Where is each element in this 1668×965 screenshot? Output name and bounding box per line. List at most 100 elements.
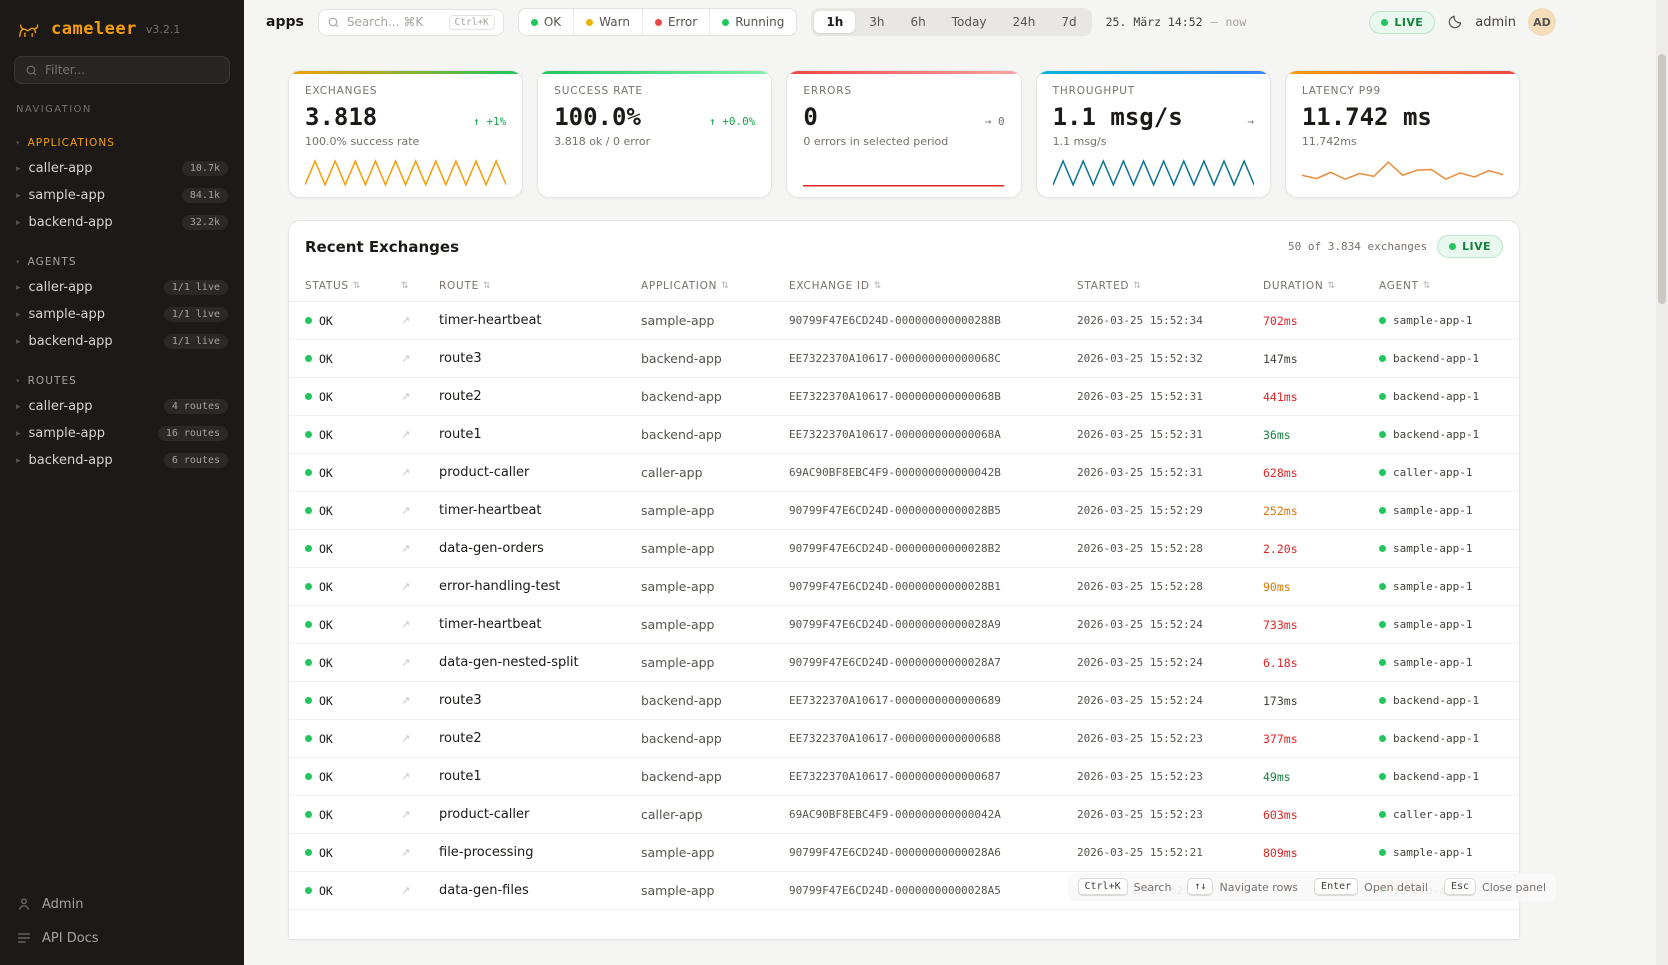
started-cell: 2026-03-25 15:52:32 bbox=[1077, 352, 1263, 365]
column-header-started[interactable]: STARTED⇅ bbox=[1077, 280, 1263, 292]
open-exchange-icon[interactable]: ↗ bbox=[401, 770, 439, 783]
open-exchange-icon[interactable]: ↗ bbox=[401, 808, 439, 821]
sidebar-footer-api-docs[interactable]: API Docs bbox=[0, 921, 244, 955]
sidebar-item-caller-app[interactable]: ▸caller-app10.7k bbox=[0, 155, 244, 182]
open-exchange-icon[interactable]: ↗ bbox=[401, 314, 439, 327]
route-cell: timer-heartbeat bbox=[439, 617, 641, 632]
sidebar-item-label: caller-app bbox=[29, 280, 156, 295]
time-range-3h[interactable]: 3h bbox=[857, 11, 896, 33]
agent-label: sample-app-1 bbox=[1393, 580, 1472, 593]
table-row[interactable]: OK↗route1backend-appEE7322370A10617-0000… bbox=[289, 758, 1519, 796]
sidebar-filter-input[interactable] bbox=[45, 63, 219, 77]
open-exchange-icon[interactable]: ↗ bbox=[401, 884, 439, 897]
status-label: OK bbox=[319, 542, 333, 556]
time-range-6h[interactable]: 6h bbox=[899, 11, 938, 33]
section-header-routes[interactable]: ▾ROUTES bbox=[0, 371, 244, 393]
sidebar-item-backend-app[interactable]: ▸backend-app32.2k bbox=[0, 209, 244, 236]
scrollbar-thumb[interactable] bbox=[1658, 54, 1666, 304]
page-scrollbar[interactable] bbox=[1656, 0, 1668, 965]
table-row[interactable]: OK↗timer-heartbeatsample-app90799F47E6CD… bbox=[289, 492, 1519, 530]
sidebar-footer-admin[interactable]: Admin bbox=[0, 887, 244, 921]
table-row[interactable]: OK↗error-handling-testsample-app90799F47… bbox=[289, 568, 1519, 606]
status-filter-error[interactable]: Error bbox=[642, 9, 709, 35]
topbar-right: LIVE admin AD bbox=[1369, 8, 1556, 36]
column-header-exchange-id[interactable]: EXCHANGE ID⇅ bbox=[789, 280, 1077, 292]
table-row[interactable]: OK↗timer-heartbeatsample-app90799F47E6CD… bbox=[289, 302, 1519, 340]
section-header-applications[interactable]: ▾APPLICATIONS bbox=[0, 133, 244, 155]
column-header-route[interactable]: ROUTE⇅ bbox=[439, 280, 641, 292]
column-header-application[interactable]: APPLICATION⇅ bbox=[641, 280, 789, 292]
status-ok-dot bbox=[305, 469, 312, 476]
global-search-input[interactable] bbox=[347, 15, 442, 29]
open-exchange-icon[interactable]: ↗ bbox=[401, 390, 439, 403]
sidebar-item-backend-app[interactable]: ▸backend-app1/1 live bbox=[0, 328, 244, 355]
status-ok-dot bbox=[305, 621, 312, 628]
open-exchange-icon[interactable]: ↗ bbox=[401, 694, 439, 707]
live-badge[interactable]: LIVE bbox=[1369, 11, 1435, 34]
time-range-today[interactable]: Today bbox=[940, 11, 999, 33]
table-row[interactable]: OK↗data-gen-nested-splitsample-app90799F… bbox=[289, 644, 1519, 682]
open-exchange-icon[interactable]: ↗ bbox=[401, 732, 439, 745]
open-exchange-icon[interactable]: ↗ bbox=[401, 542, 439, 555]
open-exchange-icon[interactable]: ↗ bbox=[401, 504, 439, 517]
table-row[interactable]: OK↗route2backend-appEE7322370A10617-0000… bbox=[289, 720, 1519, 758]
table-row[interactable]: OK↗product-callercaller-app69AC90BF8EBC4… bbox=[289, 796, 1519, 834]
table-row[interactable]: OK↗product-callercaller-app69AC90BF8EBC4… bbox=[289, 454, 1519, 492]
hint-key: Esc bbox=[1444, 878, 1476, 896]
status-cell: OK bbox=[305, 580, 401, 594]
section-header-agents[interactable]: ▾AGENTS bbox=[0, 252, 244, 274]
table-body: OK↗timer-heartbeatsample-app90799F47E6CD… bbox=[289, 302, 1519, 910]
sidebar-item-caller-app[interactable]: ▸caller-app1/1 live bbox=[0, 274, 244, 301]
open-exchange-icon[interactable]: ↗ bbox=[401, 580, 439, 593]
dark-mode-toggle[interactable] bbox=[1447, 14, 1463, 30]
status-ok-dot bbox=[305, 811, 312, 818]
avatar[interactable]: AD bbox=[1528, 8, 1556, 36]
open-exchange-icon[interactable]: ↗ bbox=[401, 466, 439, 479]
column-header-open-icon[interactable]: ⇅ bbox=[401, 281, 439, 291]
sidebar-filter[interactable] bbox=[14, 56, 230, 84]
table-live-badge[interactable]: LIVE bbox=[1437, 235, 1503, 258]
table-row[interactable]: OK↗route1backend-appEE7322370A10617-0000… bbox=[289, 416, 1519, 454]
sidebar-item-sample-app[interactable]: ▸sample-app1/1 live bbox=[0, 301, 244, 328]
section-title: APPLICATIONS bbox=[28, 137, 115, 149]
table-row[interactable]: OK↗data-gen-orderssample-app90799F47E6CD… bbox=[289, 530, 1519, 568]
date-range[interactable]: 25. März 14:52 — now bbox=[1106, 15, 1247, 29]
time-range-1h[interactable]: 1h bbox=[814, 11, 855, 33]
application-cell: backend-app bbox=[641, 731, 789, 746]
status-cell: OK bbox=[305, 618, 401, 632]
table-row[interactable]: OK↗route3backend-appEE7322370A10617-0000… bbox=[289, 340, 1519, 378]
sidebar-item-sample-app[interactable]: ▸sample-app84.1k bbox=[0, 182, 244, 209]
table-meta: 50 of 3.834 exchanges LIVE bbox=[1288, 235, 1503, 258]
table-row[interactable]: OK↗file-processingsample-app90799F47E6CD… bbox=[289, 834, 1519, 872]
open-exchange-icon[interactable]: ↗ bbox=[401, 428, 439, 441]
context-label[interactable]: apps bbox=[266, 14, 304, 30]
table-row[interactable]: OK↗route3backend-appEE7322370A10617-0000… bbox=[289, 682, 1519, 720]
agent-live-dot bbox=[1379, 773, 1386, 780]
column-header-duration[interactable]: DURATION⇅ bbox=[1263, 280, 1379, 292]
status-cell: OK bbox=[305, 352, 401, 366]
time-range-7d[interactable]: 7d bbox=[1049, 11, 1088, 33]
sidebar-item-caller-app[interactable]: ▸caller-app4 routes bbox=[0, 393, 244, 420]
stat-value: 0 bbox=[803, 103, 817, 131]
table-row[interactable]: OK↗timer-heartbeatsample-app90799F47E6CD… bbox=[289, 606, 1519, 644]
sidebar-item-backend-app[interactable]: ▸backend-app6 routes bbox=[0, 447, 244, 474]
global-search[interactable]: Ctrl+K bbox=[318, 9, 504, 36]
live-label: LIVE bbox=[1394, 16, 1423, 29]
admin-icon bbox=[16, 896, 32, 912]
status-filter-warn[interactable]: Warn bbox=[573, 9, 642, 35]
open-exchange-icon[interactable]: ↗ bbox=[401, 618, 439, 631]
column-header-agent[interactable]: AGENT⇅ bbox=[1379, 280, 1503, 292]
open-exchange-icon[interactable]: ↗ bbox=[401, 352, 439, 365]
open-exchange-icon[interactable]: ↗ bbox=[401, 656, 439, 669]
status-filter-running[interactable]: Running bbox=[709, 9, 796, 35]
section-agents: ▾AGENTS▸caller-app1/1 live▸sample-app1/1… bbox=[0, 252, 244, 355]
user-name[interactable]: admin bbox=[1475, 15, 1516, 30]
column-header-status[interactable]: STATUS⇅ bbox=[305, 280, 401, 292]
sidebar-item-sample-app[interactable]: ▸sample-app16 routes bbox=[0, 420, 244, 447]
time-range-24h[interactable]: 24h bbox=[1000, 11, 1047, 33]
open-exchange-icon[interactable]: ↗ bbox=[401, 846, 439, 859]
table-row[interactable]: OK↗route2backend-appEE7322370A10617-0000… bbox=[289, 378, 1519, 416]
status-filter-ok[interactable]: OK bbox=[519, 9, 573, 35]
caret-down-icon: ▾ bbox=[16, 377, 21, 385]
logo[interactable]: cameleer v3.2.1 bbox=[0, 14, 244, 56]
